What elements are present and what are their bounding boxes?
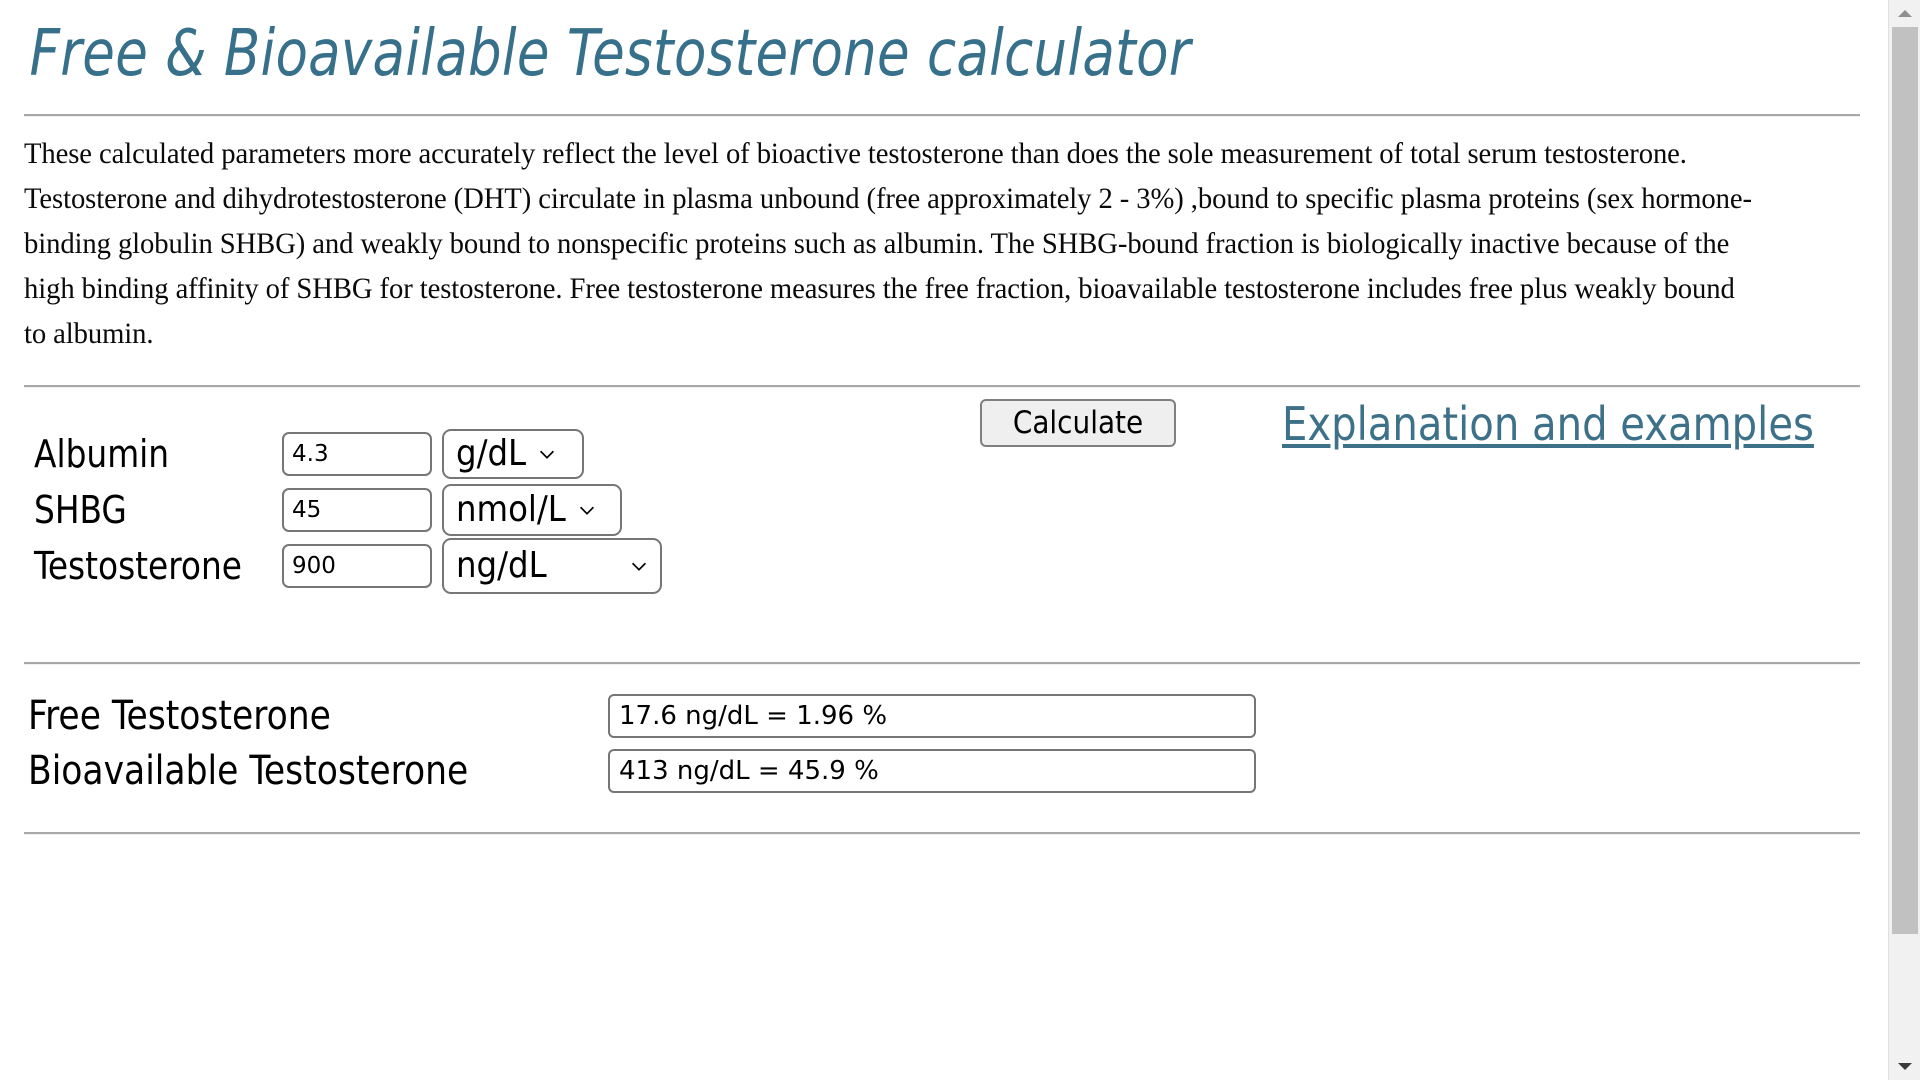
explanation-and-examples-link[interactable]: Explanation and examples <box>1282 396 1814 452</box>
scrollbar-thumb[interactable] <box>1892 27 1918 934</box>
label-shbg: SHBG <box>34 488 127 532</box>
label-bioavailable-testosterone: Bioavailable Testosterone <box>28 748 469 794</box>
shbg-input[interactable] <box>282 488 432 532</box>
scroll-down-arrow-icon <box>1898 1063 1912 1070</box>
testosterone-unit-select[interactable]: ng/dL <box>442 538 662 594</box>
label-albumin: Albumin <box>34 432 170 476</box>
chevron-down-icon <box>540 450 555 459</box>
page-content: Free & Bioavailable Testosterone calcula… <box>0 0 1888 1080</box>
browser-page: Free & Bioavailable Testosterone calcula… <box>0 0 1920 1080</box>
row-albumin: Albumin g/dL <box>34 429 724 479</box>
divider-bottom <box>24 832 1860 835</box>
row-bioavailable-testosterone: Bioavailable Testosterone 413 ng/dL = 45… <box>28 748 1860 794</box>
scroll-down-button[interactable] <box>1889 1054 1920 1080</box>
row-shbg: SHBG nmol/L <box>34 484 724 536</box>
page-title: Free & Bioavailable Testosterone calcula… <box>29 17 1191 91</box>
row-free-testosterone: Free Testosterone 17.6 ng/dL = 1.96 % <box>28 693 1860 739</box>
calculate-button[interactable]: Calculate <box>980 399 1176 447</box>
scroll-up-arrow-icon <box>1898 10 1912 17</box>
row-testosterone: Testosterone ng/dL <box>34 538 724 594</box>
chevron-down-icon <box>631 562 647 571</box>
albumin-unit-select[interactable]: g/dL <box>442 429 584 479</box>
measurement-input-rows: Albumin g/dL SHBG nmol/L <box>34 429 724 598</box>
intro-paragraph: These calculated parameters more accurat… <box>24 137 1752 350</box>
input-form-area: Albumin g/dL SHBG nmol/L <box>24 388 1860 596</box>
vertical-scrollbar[interactable] <box>1888 0 1920 1080</box>
shbg-unit-select[interactable]: nmol/L <box>442 484 622 536</box>
shbg-unit-value: nmol/L <box>456 489 566 530</box>
bioavailable-testosterone-result: 413 ng/dL = 45.9 % <box>608 749 1256 793</box>
albumin-unit-value: g/dL <box>456 433 527 474</box>
results-area: Free Testosterone 17.6 ng/dL = 1.96 % Bi… <box>24 665 1860 794</box>
label-free-testosterone: Free Testosterone <box>28 693 331 739</box>
testosterone-input[interactable] <box>282 544 432 588</box>
chevron-down-icon <box>579 506 594 515</box>
label-testosterone: Testosterone <box>34 544 243 588</box>
albumin-input[interactable] <box>282 432 432 476</box>
testosterone-unit-value: ng/dL <box>456 545 547 586</box>
free-testosterone-result: 17.6 ng/dL = 1.96 % <box>608 694 1256 738</box>
scroll-up-button[interactable] <box>1889 0 1920 26</box>
